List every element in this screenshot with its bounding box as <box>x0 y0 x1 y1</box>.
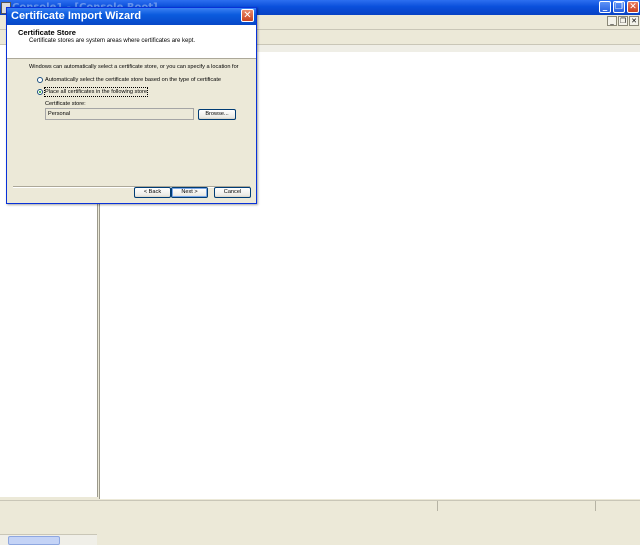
tree-horizontal-scrollbar[interactable] <box>0 534 97 545</box>
minimize-button[interactable]: _ <box>599 1 611 13</box>
certificate-store-label: Certificate store: <box>45 101 86 107</box>
back-button[interactable]: < Back <box>134 187 171 198</box>
page-title: Certificate Store <box>18 28 76 37</box>
page-subtitle: Certificate stores are system areas wher… <box>29 38 196 44</box>
status-separator <box>437 501 438 511</box>
next-button[interactable]: Next > <box>171 187 208 198</box>
place-in-store-label[interactable]: Place all certificates in the following … <box>44 87 148 97</box>
intro-text: Windows can automatically select a certi… <box>29 64 239 70</box>
status-separator <box>595 501 596 511</box>
browse-button[interactable]: Browse... <box>198 109 236 120</box>
dialog-title: Certificate Import Wizard <box>11 10 142 22</box>
auto-select-radio[interactable] <box>37 77 43 83</box>
dialog-title-bar[interactable]: Certificate Import Wizard ✕ <box>7 8 256 25</box>
child-minimize-button[interactable]: _ <box>607 16 617 26</box>
cancel-button[interactable]: Cancel <box>214 187 251 198</box>
maximize-button[interactable]: ❐ <box>613 1 625 13</box>
dialog-close-button[interactable]: ✕ <box>241 9 254 22</box>
child-close-button[interactable]: ✕ <box>629 16 639 26</box>
wizard-header: Certificate Store Certificate stores are… <box>7 25 256 59</box>
auto-select-label[interactable]: Automatically select the certificate sto… <box>45 76 221 84</box>
certificate-store-field: Personal <box>45 108 194 120</box>
place-in-store-radio[interactable] <box>37 89 43 95</box>
status-bar <box>0 500 640 513</box>
certificate-import-wizard-dialog: Certificate Import Wizard ✕ Certificate … <box>6 7 257 204</box>
scrollbar-thumb[interactable] <box>8 536 60 545</box>
close-button[interactable]: ✕ <box>627 1 639 13</box>
child-restore-button[interactable]: ❐ <box>618 16 628 26</box>
